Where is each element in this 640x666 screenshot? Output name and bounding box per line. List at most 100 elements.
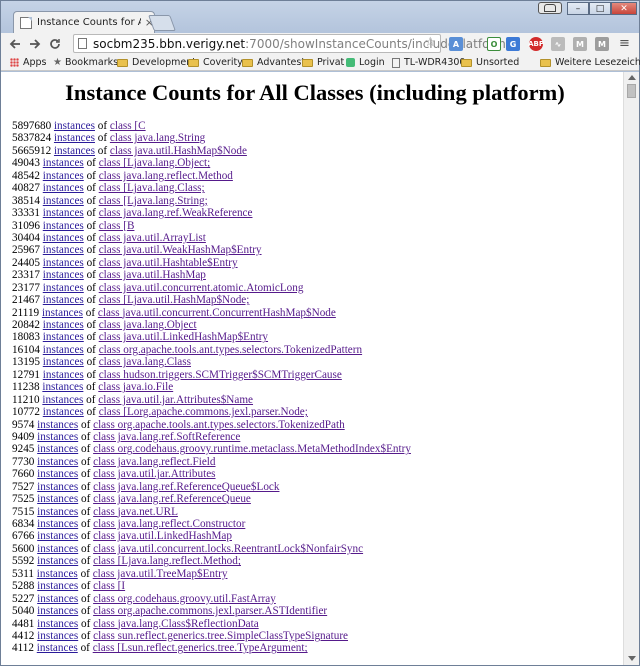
class-link[interactable]: class java.util.HashMap$Node bbox=[110, 145, 247, 157]
instances-link[interactable]: instances bbox=[43, 232, 84, 244]
extension-green-icon[interactable]: O bbox=[487, 37, 501, 51]
class-link[interactable]: class org.apache.tools.ant.types.selecto… bbox=[99, 344, 362, 356]
instances-link[interactable]: instances bbox=[43, 220, 84, 232]
instances-link[interactable]: instances bbox=[43, 182, 84, 194]
instances-link[interactable]: instances bbox=[37, 593, 78, 605]
instances-link[interactable]: instances bbox=[37, 468, 78, 480]
instances-link[interactable]: instances bbox=[42, 381, 83, 393]
instances-link[interactable]: instances bbox=[37, 518, 78, 530]
class-link[interactable]: class java.lang.String bbox=[110, 132, 205, 144]
class-link[interactable]: class java.util.WeakHashMap$Entry bbox=[99, 244, 262, 256]
bookmark-unsorted[interactable]: Unsorted bbox=[461, 57, 519, 68]
class-link[interactable]: class java.lang.ref.ReferenceQueue$Lock bbox=[93, 481, 279, 493]
scroll-up-icon[interactable] bbox=[628, 75, 636, 80]
bookmark-coverity[interactable]: Coverity bbox=[188, 57, 243, 68]
instances-link[interactable]: instances bbox=[54, 120, 95, 132]
class-link[interactable]: class org.codehaus.groovy.runtime.metacl… bbox=[93, 443, 411, 455]
instances-link[interactable]: instances bbox=[54, 132, 95, 144]
user-profile-icon[interactable] bbox=[538, 2, 562, 14]
class-link[interactable]: class hudson.triggers.SCMTrigger$SCMTrig… bbox=[99, 369, 342, 381]
class-link[interactable]: class org.apache.tools.ant.types.selecto… bbox=[93, 419, 345, 431]
class-link[interactable]: class [Lsun.reflect.generics.tree.TypeAr… bbox=[93, 642, 308, 654]
class-link[interactable]: class [I bbox=[93, 580, 125, 592]
reload-button[interactable] bbox=[45, 34, 65, 54]
bookmark-apps[interactable]: Apps bbox=[10, 57, 47, 68]
instances-link[interactable]: instances bbox=[37, 493, 78, 505]
instances-link[interactable]: instances bbox=[43, 406, 84, 418]
extension-grey-icon[interactable]: ∿ bbox=[551, 37, 565, 51]
instances-link[interactable]: instances bbox=[37, 443, 78, 455]
instances-link[interactable]: instances bbox=[43, 282, 84, 294]
class-link[interactable]: class [Ljava.lang.reflect.Method; bbox=[93, 555, 241, 567]
menu-icon[interactable]: ≡ bbox=[619, 36, 631, 51]
class-link[interactable]: class sun.reflect.generics.tree.SimpleCl… bbox=[93, 630, 348, 642]
class-link[interactable]: class [Ljava.lang.String; bbox=[99, 195, 208, 207]
class-link[interactable]: class java.util.jar.Attributes bbox=[93, 468, 215, 480]
back-button[interactable] bbox=[5, 34, 25, 54]
extension-translate-icon[interactable]: G bbox=[506, 37, 520, 51]
class-link[interactable]: class java.lang.reflect.Field bbox=[93, 456, 215, 468]
class-link[interactable]: class java.lang.Class bbox=[99, 356, 191, 368]
bookmark-privat[interactable]: Privat bbox=[302, 57, 344, 68]
scrollbar-thumb[interactable] bbox=[627, 84, 636, 98]
instances-link[interactable]: instances bbox=[43, 356, 84, 368]
class-link[interactable]: class java.util.jar.Attributes$Name bbox=[98, 394, 253, 406]
bookmark-star-icon[interactable]: ☆ bbox=[424, 35, 436, 50]
instances-link[interactable]: instances bbox=[37, 605, 78, 617]
bookmark-tl-wdr4300[interactable]: TL-WDR4300 bbox=[392, 57, 465, 68]
instances-link[interactable]: instances bbox=[37, 630, 78, 642]
instances-link[interactable]: instances bbox=[37, 530, 78, 542]
class-link[interactable]: class [C bbox=[110, 120, 146, 132]
class-link[interactable]: class java.io.File bbox=[98, 381, 173, 393]
class-link[interactable]: class java.util.TreeMap$Entry bbox=[93, 568, 228, 580]
class-link[interactable]: class [B bbox=[99, 220, 135, 232]
instances-link[interactable]: instances bbox=[43, 319, 84, 331]
class-link[interactable]: class [Ljava.lang.Object; bbox=[99, 157, 211, 169]
class-link[interactable]: class [Ljava.util.HashMap$Node; bbox=[99, 294, 250, 306]
forward-button[interactable] bbox=[25, 34, 45, 54]
instances-link[interactable]: instances bbox=[37, 642, 78, 654]
class-link[interactable]: class java.util.concurrent.atomic.Atomic… bbox=[99, 282, 304, 294]
address-bar[interactable]: socbm235.bbn.verigy.net:7000/showInstanc… bbox=[73, 34, 510, 53]
instances-link[interactable]: instances bbox=[43, 257, 84, 269]
bookmark-login[interactable]: Login bbox=[346, 57, 385, 68]
instances-link[interactable]: instances bbox=[37, 555, 78, 567]
class-link[interactable]: class java.util.concurrent.ConcurrentHas… bbox=[98, 307, 336, 319]
instances-link[interactable]: instances bbox=[37, 431, 78, 443]
instances-link[interactable]: instances bbox=[37, 618, 78, 630]
instances-link[interactable]: instances bbox=[42, 307, 83, 319]
instances-link[interactable]: instances bbox=[43, 369, 84, 381]
bookmark-bookmarks[interactable]: ★ Bookmarks bbox=[53, 57, 118, 68]
instances-link[interactable]: instances bbox=[37, 580, 78, 592]
translate-icon[interactable]: A bbox=[449, 37, 463, 51]
class-link[interactable]: class java.lang.ref.ReferenceQueue bbox=[93, 493, 251, 505]
instances-link[interactable]: instances bbox=[43, 157, 84, 169]
class-link[interactable]: class org.apache.commons.jexl.parser.AST… bbox=[93, 605, 327, 617]
tab-active[interactable]: Instance Counts for All Cl × bbox=[13, 11, 155, 33]
instances-link[interactable]: instances bbox=[43, 207, 84, 219]
instances-link[interactable]: instances bbox=[37, 506, 78, 518]
class-link[interactable]: class java.util.HashMap bbox=[99, 269, 206, 281]
instances-link[interactable]: instances bbox=[43, 269, 84, 281]
bookmark-development[interactable]: Development bbox=[117, 57, 196, 68]
class-link[interactable]: class org.codehaus.groovy.util.FastArray bbox=[93, 593, 276, 605]
instances-link[interactable]: instances bbox=[43, 294, 84, 306]
instances-link[interactable]: instances bbox=[37, 568, 78, 580]
instances-link[interactable]: instances bbox=[37, 481, 78, 493]
instances-link[interactable]: instances bbox=[42, 394, 83, 406]
close-window-button[interactable]: ✕ bbox=[611, 2, 637, 15]
class-link[interactable]: class java.util.LinkedHashMap bbox=[93, 530, 232, 542]
maximize-button[interactable]: □ bbox=[589, 2, 611, 15]
instances-link[interactable]: instances bbox=[37, 456, 78, 468]
instances-link[interactable]: instances bbox=[43, 331, 84, 343]
page-info-icon[interactable] bbox=[78, 38, 87, 49]
vertical-scrollbar[interactable] bbox=[623, 72, 639, 665]
bookmark-other-bookmarks[interactable]: Weitere Lesezeichen bbox=[540, 57, 640, 68]
class-link[interactable]: class java.lang.ref.SoftReference bbox=[93, 431, 240, 443]
instances-link[interactable]: instances bbox=[43, 244, 84, 256]
new-tab-button[interactable] bbox=[148, 15, 176, 31]
instances-link[interactable]: instances bbox=[54, 145, 95, 157]
class-link[interactable]: class java.lang.Object bbox=[99, 319, 197, 331]
class-link[interactable]: class java.util.concurrent.locks.Reentra… bbox=[93, 543, 363, 555]
instances-link[interactable]: instances bbox=[43, 170, 84, 182]
